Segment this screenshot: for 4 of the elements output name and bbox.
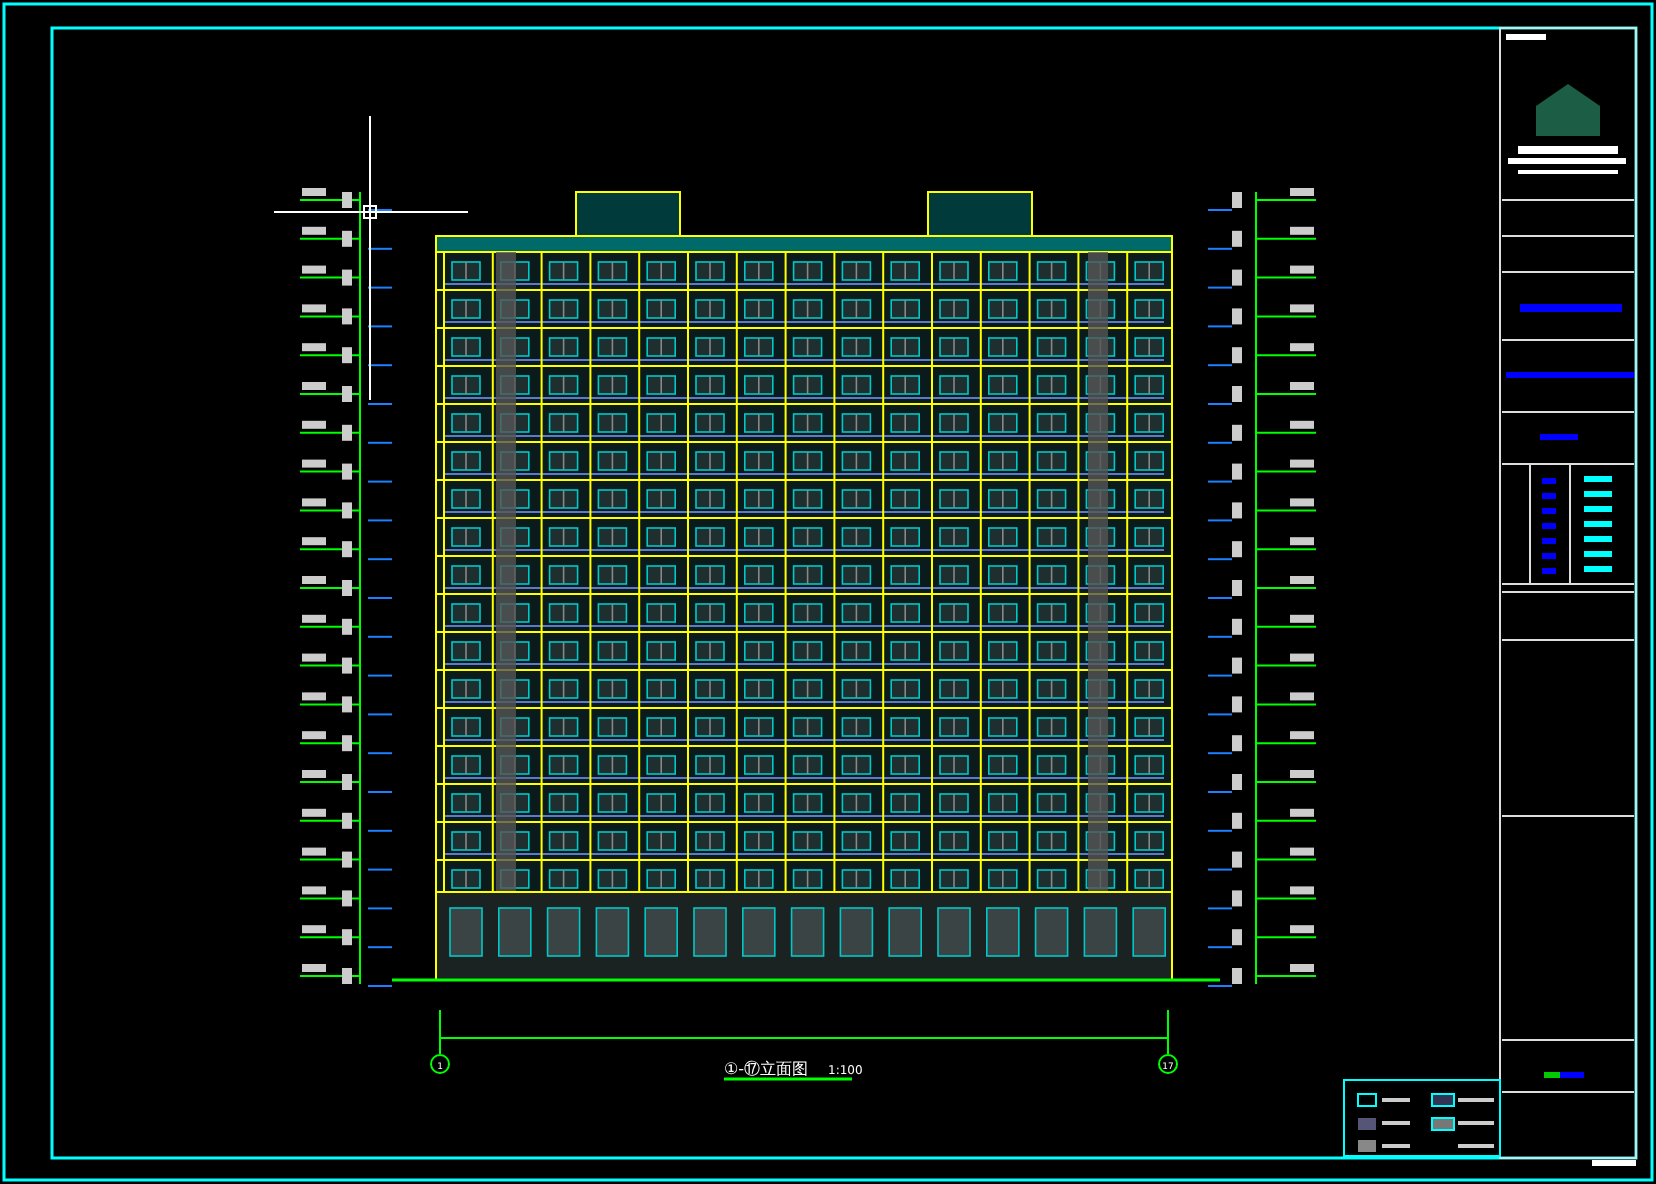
axis-bubble (1158, 1054, 1178, 1074)
axis-bubble (430, 1054, 450, 1074)
crosshair-cursor-icon (273, 115, 469, 401)
drawing-title: ①-⑰立面图 (724, 1060, 809, 1078)
